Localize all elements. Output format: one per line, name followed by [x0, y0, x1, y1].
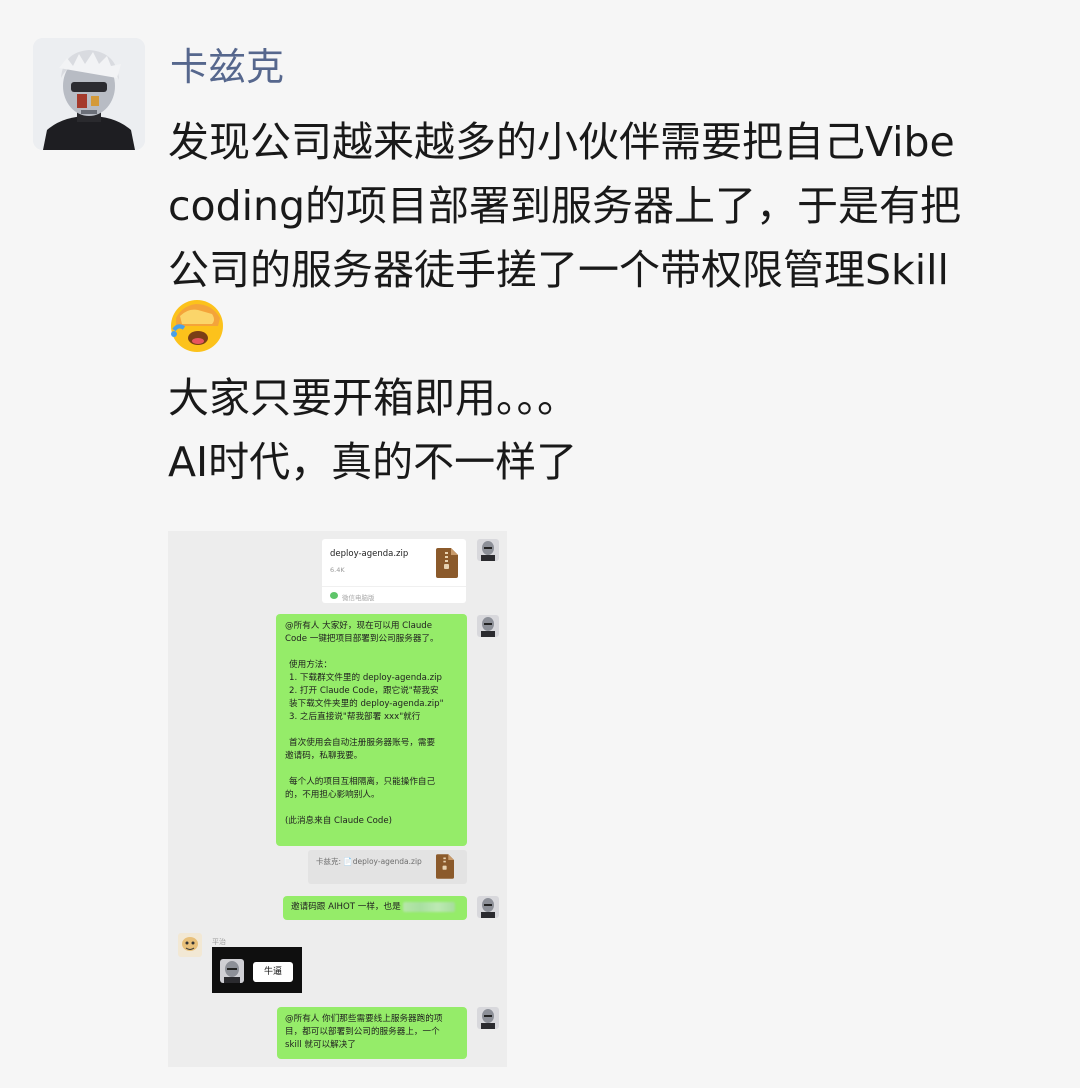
- message-line: [285, 724, 444, 737]
- message-line: 2. 打开 Claude Code，跟它说"帮我安: [289, 686, 439, 696]
- post-line: 发现公司越来越多的小伙伴需要把自己Vibe: [168, 118, 955, 166]
- post-text: 发现公司越来越多的小伙伴需要把自己Vibe coding的项目部署到服务器上了，…: [168, 110, 1058, 494]
- sender-avatar: [477, 615, 499, 637]
- invite-code-message[interactable]: 邀请码跟 AIHOT 一样，也是: [283, 896, 467, 920]
- file-name: deploy-agenda.zip: [330, 549, 409, 559]
- message-line: @所有人 你们那些需要线上服务器跑的项: [285, 1014, 443, 1024]
- message-line: [285, 763, 444, 776]
- image-avatar: [220, 959, 244, 983]
- file-source-label: 微信电脑版: [342, 594, 375, 602]
- author-avatar[interactable]: [33, 38, 145, 150]
- final-message[interactable]: @所有人 你们那些需要线上服务器跑的项 目，都可以部署到公司的服务器上，一个 s…: [277, 1007, 467, 1059]
- zip-file-icon: [436, 854, 454, 883]
- sender-avatar: [477, 1007, 499, 1029]
- post-line: 大家只要开箱即用。。。: [168, 374, 578, 422]
- message-line: 目，都可以部署到公司的服务器上，一个: [285, 1027, 440, 1037]
- announcement-message[interactable]: @所有人 大家好，现在可以用 Claude Code 一键把项目部署到公司服务器…: [276, 614, 467, 846]
- message-line: 装下载文件夹里的 deploy-agenda.zip": [289, 699, 444, 709]
- message-line: 1. 下载群文件里的 deploy-agenda.zip: [289, 673, 442, 683]
- message-line: 3. 之后直接说"帮我部署 xxx"就行: [289, 712, 421, 722]
- quoted-file[interactable]: 卡兹克: 📄deploy-agenda.zip: [308, 850, 467, 884]
- message-text: 邀请码跟 AIHOT 一样，也是: [291, 902, 401, 912]
- message-line: 每个人的项目互相隔离，只能操作自己: [289, 777, 436, 787]
- wechat-icon: [330, 592, 338, 599]
- message-line: [285, 802, 444, 815]
- message-line: 邀请码，私聊我要。: [285, 751, 363, 761]
- message-line: [285, 646, 444, 659]
- message-line: 使用方法：: [289, 660, 332, 670]
- facepalm-emoji-icon: [168, 296, 226, 372]
- other-user-avatar: [178, 933, 202, 957]
- file-size: 6.4K: [330, 566, 345, 574]
- sender-avatar: [477, 539, 499, 561]
- post-line: AI时代，真的不一样了: [168, 438, 578, 486]
- message-line: (此消息来自 Claude Code): [285, 816, 392, 826]
- message-line: 首次使用会自动注册服务器账号，需要: [289, 738, 436, 748]
- sender-avatar: [477, 896, 499, 918]
- author-name[interactable]: 卡兹克: [170, 42, 284, 92]
- message-line: @所有人 大家好，现在可以用 Claude: [285, 621, 433, 631]
- quote-text: 卡兹克: 📄deploy-agenda.zip: [316, 857, 422, 866]
- message-line: 的，不用担心影响别人。: [285, 790, 380, 800]
- post-line: 公司的服务器徒手搓了一个带权限管理Skill: [168, 246, 949, 294]
- message-line: skill 就可以解决了: [285, 1040, 356, 1050]
- redacted-code: [403, 901, 456, 912]
- message-line: Code 一键把项目部署到公司服务器了。: [285, 634, 439, 644]
- other-user-nickname: 平治: [212, 938, 226, 946]
- file-source: 微信电脑版: [322, 586, 466, 604]
- zip-file-icon: [436, 548, 458, 582]
- facepalm-emoji-line: [168, 300, 1058, 366]
- reply-text: 牛逼: [253, 962, 293, 982]
- post-line: coding的项目部署到服务器上了，于是有把: [168, 182, 962, 230]
